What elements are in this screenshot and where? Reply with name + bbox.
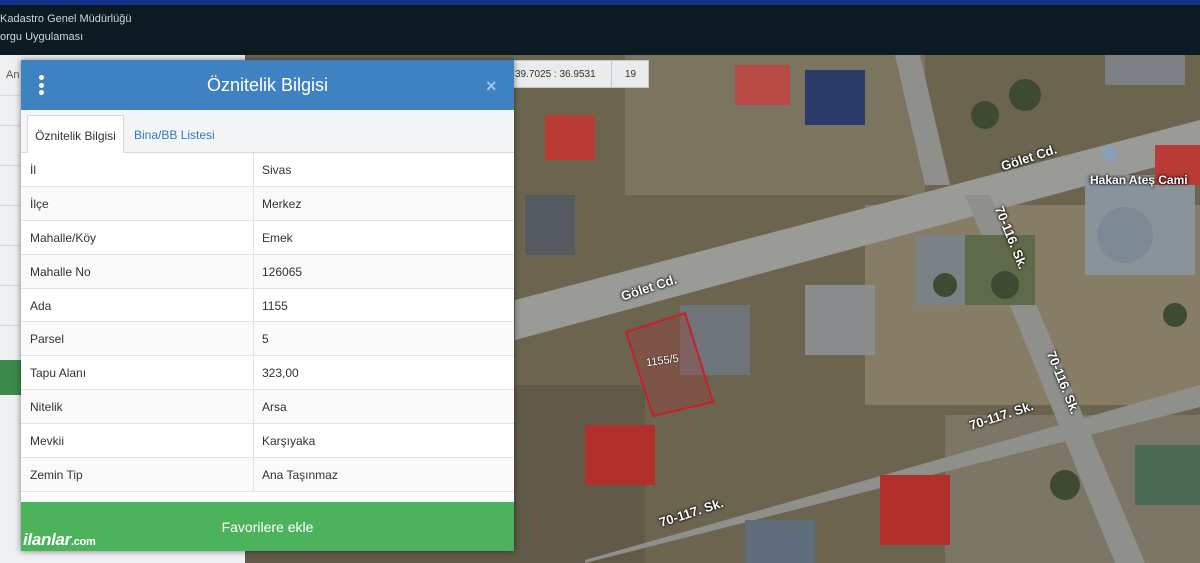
row-value: Ana Taşınmaz	[262, 468, 338, 483]
row-key: Mahalle/Köy	[30, 230, 97, 245]
row-value: 1155	[262, 298, 288, 313]
row-key: Mevkii	[30, 434, 65, 449]
app-header: Kadastro Genel Müdürlüğü orgu Uygulaması	[0, 0, 1200, 55]
header-title-line1: Kadastro Genel Müdürlüğü	[0, 13, 132, 25]
table-row: İl Sivas	[21, 153, 514, 187]
row-key: İlçe	[30, 196, 49, 211]
row-value: Sivas	[262, 163, 292, 177]
panel-tabs: Öznitelik Bilgisi Bina/BB Listesi	[21, 110, 514, 153]
watermark-suffix: .com	[70, 536, 96, 548]
tab-attribute-info[interactable]: Öznitelik Bilgisi	[27, 115, 124, 153]
header-title-line2: orgu Uygulaması	[0, 31, 84, 43]
attribute-panel: Öznitelik Bilgisi × Öznitelik Bilgisi Bi…	[21, 60, 514, 551]
table-row: Tapu Alanı 323,00	[21, 356, 514, 391]
row-value: Emek	[262, 230, 293, 245]
table-row: İlçe Merkez	[21, 186, 514, 221]
zoom-level: 19	[625, 69, 637, 80]
row-value: 126065	[262, 264, 303, 279]
row-key: Mahalle No	[30, 264, 91, 279]
poi-label-mosque[interactable]: Hakan Ateş Cami	[1090, 173, 1188, 187]
table-row: Mahalle/Köy Emek	[21, 220, 514, 255]
attribute-table: İl Sivas İlçe Merkez Mahalle/Köy Emek Mahal…	[21, 153, 514, 492]
table-row: Mevkii Karşıyaka	[21, 424, 514, 459]
row-key: Zemin Tip	[30, 468, 83, 483]
coordinate-bar: 39.7025 : 36.9531 19	[512, 60, 649, 88]
row-key: Nitelik	[30, 400, 63, 415]
panel-header: Öznitelik Bilgisi ×	[21, 60, 514, 110]
row-value: 5	[262, 332, 269, 347]
tab-building-list[interactable]: Bina/BB Listesi	[134, 115, 215, 153]
panel-title: Öznitelik Bilgisi	[206, 75, 329, 95]
table-row: Nitelik Arsa	[21, 390, 514, 425]
table-row: Mahalle No 126065	[21, 254, 514, 289]
watermark-logo: ilanlar.com	[23, 530, 96, 550]
table-row: Parsel 5	[21, 322, 514, 357]
row-value: 323,00	[262, 366, 299, 381]
row-key: Parsel	[30, 332, 65, 347]
watermark-brand: ilanlar	[23, 530, 71, 549]
close-icon[interactable]: ×	[486, 76, 497, 97]
coordinate-divider	[611, 61, 612, 87]
row-value: Merkez	[262, 196, 302, 211]
row-key: Ada	[30, 298, 52, 313]
row-key: İl	[30, 163, 36, 177]
table-row: Zemin Tip Ana Taşınmaz	[21, 458, 514, 492]
row-value: Arsa	[262, 400, 287, 415]
row-value: Karşıyaka	[262, 434, 316, 449]
table-row: Ada 1155	[21, 288, 514, 323]
coordinate-readout: 39.7025 : 36.9531	[515, 69, 596, 80]
row-key: Tapu Alanı	[30, 366, 87, 381]
sidebar-partial-text[interactable]: An	[6, 69, 19, 81]
